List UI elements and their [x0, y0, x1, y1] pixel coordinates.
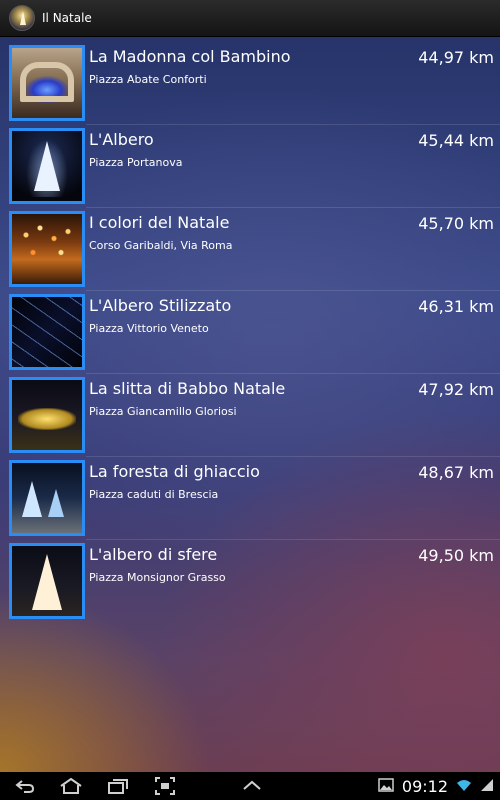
list-item[interactable]: L'Albero Stilizzato Piazza Vittorio Vene… [0, 291, 500, 374]
app-icon[interactable] [9, 5, 35, 31]
place-title: I colori del Natale [89, 213, 230, 232]
status-area: 09:12 [378, 776, 494, 796]
place-title: L'Albero Stilizzato [89, 296, 232, 315]
thumbnail-image [9, 128, 85, 204]
back-icon[interactable] [14, 776, 36, 796]
place-distance: 46,31 km [418, 297, 494, 316]
thumbnail-image [9, 377, 85, 453]
app-title: Il Natale [42, 11, 92, 25]
place-address: Piazza caduti di Brescia [89, 488, 219, 501]
place-address: Piazza Portanova [89, 156, 183, 169]
system-navigation-bar: 09:12 [0, 772, 500, 800]
place-title: L'Albero [89, 130, 154, 149]
place-title: La foresta di ghiaccio [89, 462, 260, 481]
place-distance: 47,92 km [418, 380, 494, 399]
list-item[interactable]: La foresta di ghiaccio Piazza caduti di … [0, 457, 500, 540]
recent-apps-icon[interactable] [106, 776, 130, 796]
clock: 09:12 [401, 776, 448, 796]
place-title: La slitta di Babbo Natale [89, 379, 286, 398]
place-title: L'albero di sfere [89, 545, 218, 564]
list-item[interactable]: L'Albero Piazza Portanova 45,44 km [0, 125, 500, 208]
place-address: Piazza Vittorio Veneto [89, 322, 209, 335]
place-address: Piazza Monsignor Grasso [89, 571, 226, 584]
place-address: Piazza Abate Conforti [89, 73, 207, 86]
place-distance: 45,70 km [418, 214, 494, 233]
wifi-icon [456, 777, 472, 796]
list-item[interactable]: La Madonna col Bambino Piazza Abate Conf… [0, 42, 500, 125]
place-distance: 45,44 km [418, 131, 494, 150]
thumbnail-image [9, 543, 85, 619]
list-item[interactable]: L'albero di sfere Piazza Monsignor Grass… [0, 540, 500, 623]
places-list: La Madonna col Bambino Piazza Abate Conf… [0, 42, 500, 623]
thumbnail-image [9, 45, 85, 121]
thumbnail-image [9, 460, 85, 536]
screenshot-icon[interactable] [154, 776, 176, 796]
action-bar: Il Natale [0, 0, 500, 37]
place-address: Corso Garibaldi, Via Roma [89, 239, 233, 252]
place-distance: 49,50 km [418, 546, 494, 565]
gallery-icon [378, 777, 394, 796]
place-distance: 48,67 km [418, 463, 494, 482]
place-distance: 44,97 km [418, 48, 494, 67]
signal-icon [480, 777, 494, 796]
up-arrow-icon[interactable] [240, 776, 264, 796]
home-icon[interactable] [58, 776, 84, 796]
list-item[interactable]: La slitta di Babbo Natale Piazza Giancam… [0, 374, 500, 457]
thumbnail-image [9, 294, 85, 370]
content-area: La Madonna col Bambino Piazza Abate Conf… [0, 37, 500, 772]
list-item[interactable]: I colori del Natale Corso Garibaldi, Via… [0, 208, 500, 291]
place-title: La Madonna col Bambino [89, 47, 291, 66]
place-address: Piazza Giancamillo Gloriosi [89, 405, 237, 418]
thumbnail-image [9, 211, 85, 287]
